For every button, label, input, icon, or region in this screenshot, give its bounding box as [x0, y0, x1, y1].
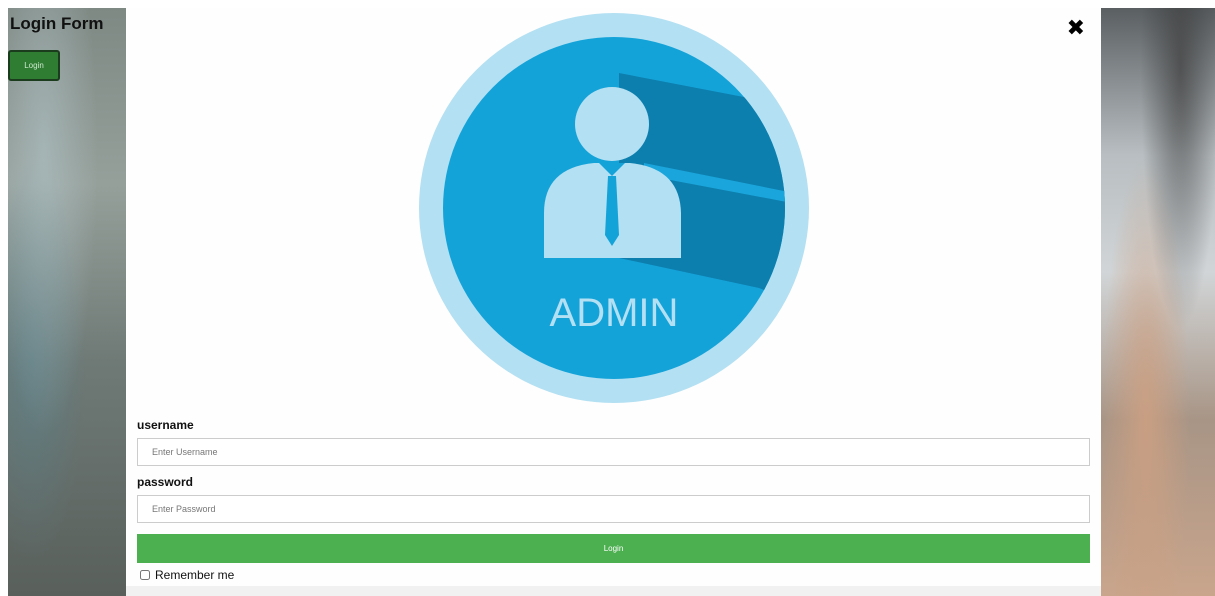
modal-footer: [126, 586, 1101, 596]
background-left-strip: [8, 8, 128, 596]
background-right-strip: [1100, 8, 1215, 596]
username-input[interactable]: [137, 438, 1090, 466]
avatar-label: ADMIN: [550, 291, 679, 335]
close-icon[interactable]: ✖: [1067, 16, 1085, 41]
password-label: password: [137, 475, 194, 489]
remember-me-checkbox[interactable]: [140, 570, 150, 580]
login-form: username password Login Remember me: [137, 418, 1090, 582]
password-input[interactable]: [137, 495, 1090, 523]
remember-me-label: Remember me: [155, 568, 235, 582]
open-login-button[interactable]: Login: [8, 50, 60, 81]
login-modal: ✖ ADMIN username Enter Username password…: [126, 8, 1101, 596]
username-label: username: [137, 418, 194, 432]
admin-avatar: ADMIN: [419, 13, 809, 403]
page: Login Form Login ✖ ADMIN username Enter …: [0, 0, 1215, 596]
admin-user-icon: ADMIN: [419, 13, 809, 403]
login-submit-button[interactable]: Login: [137, 534, 1090, 563]
remember-me[interactable]: Remember me: [140, 568, 1090, 582]
avatar-head: [575, 87, 649, 161]
page-title: Login Form: [10, 14, 104, 33]
